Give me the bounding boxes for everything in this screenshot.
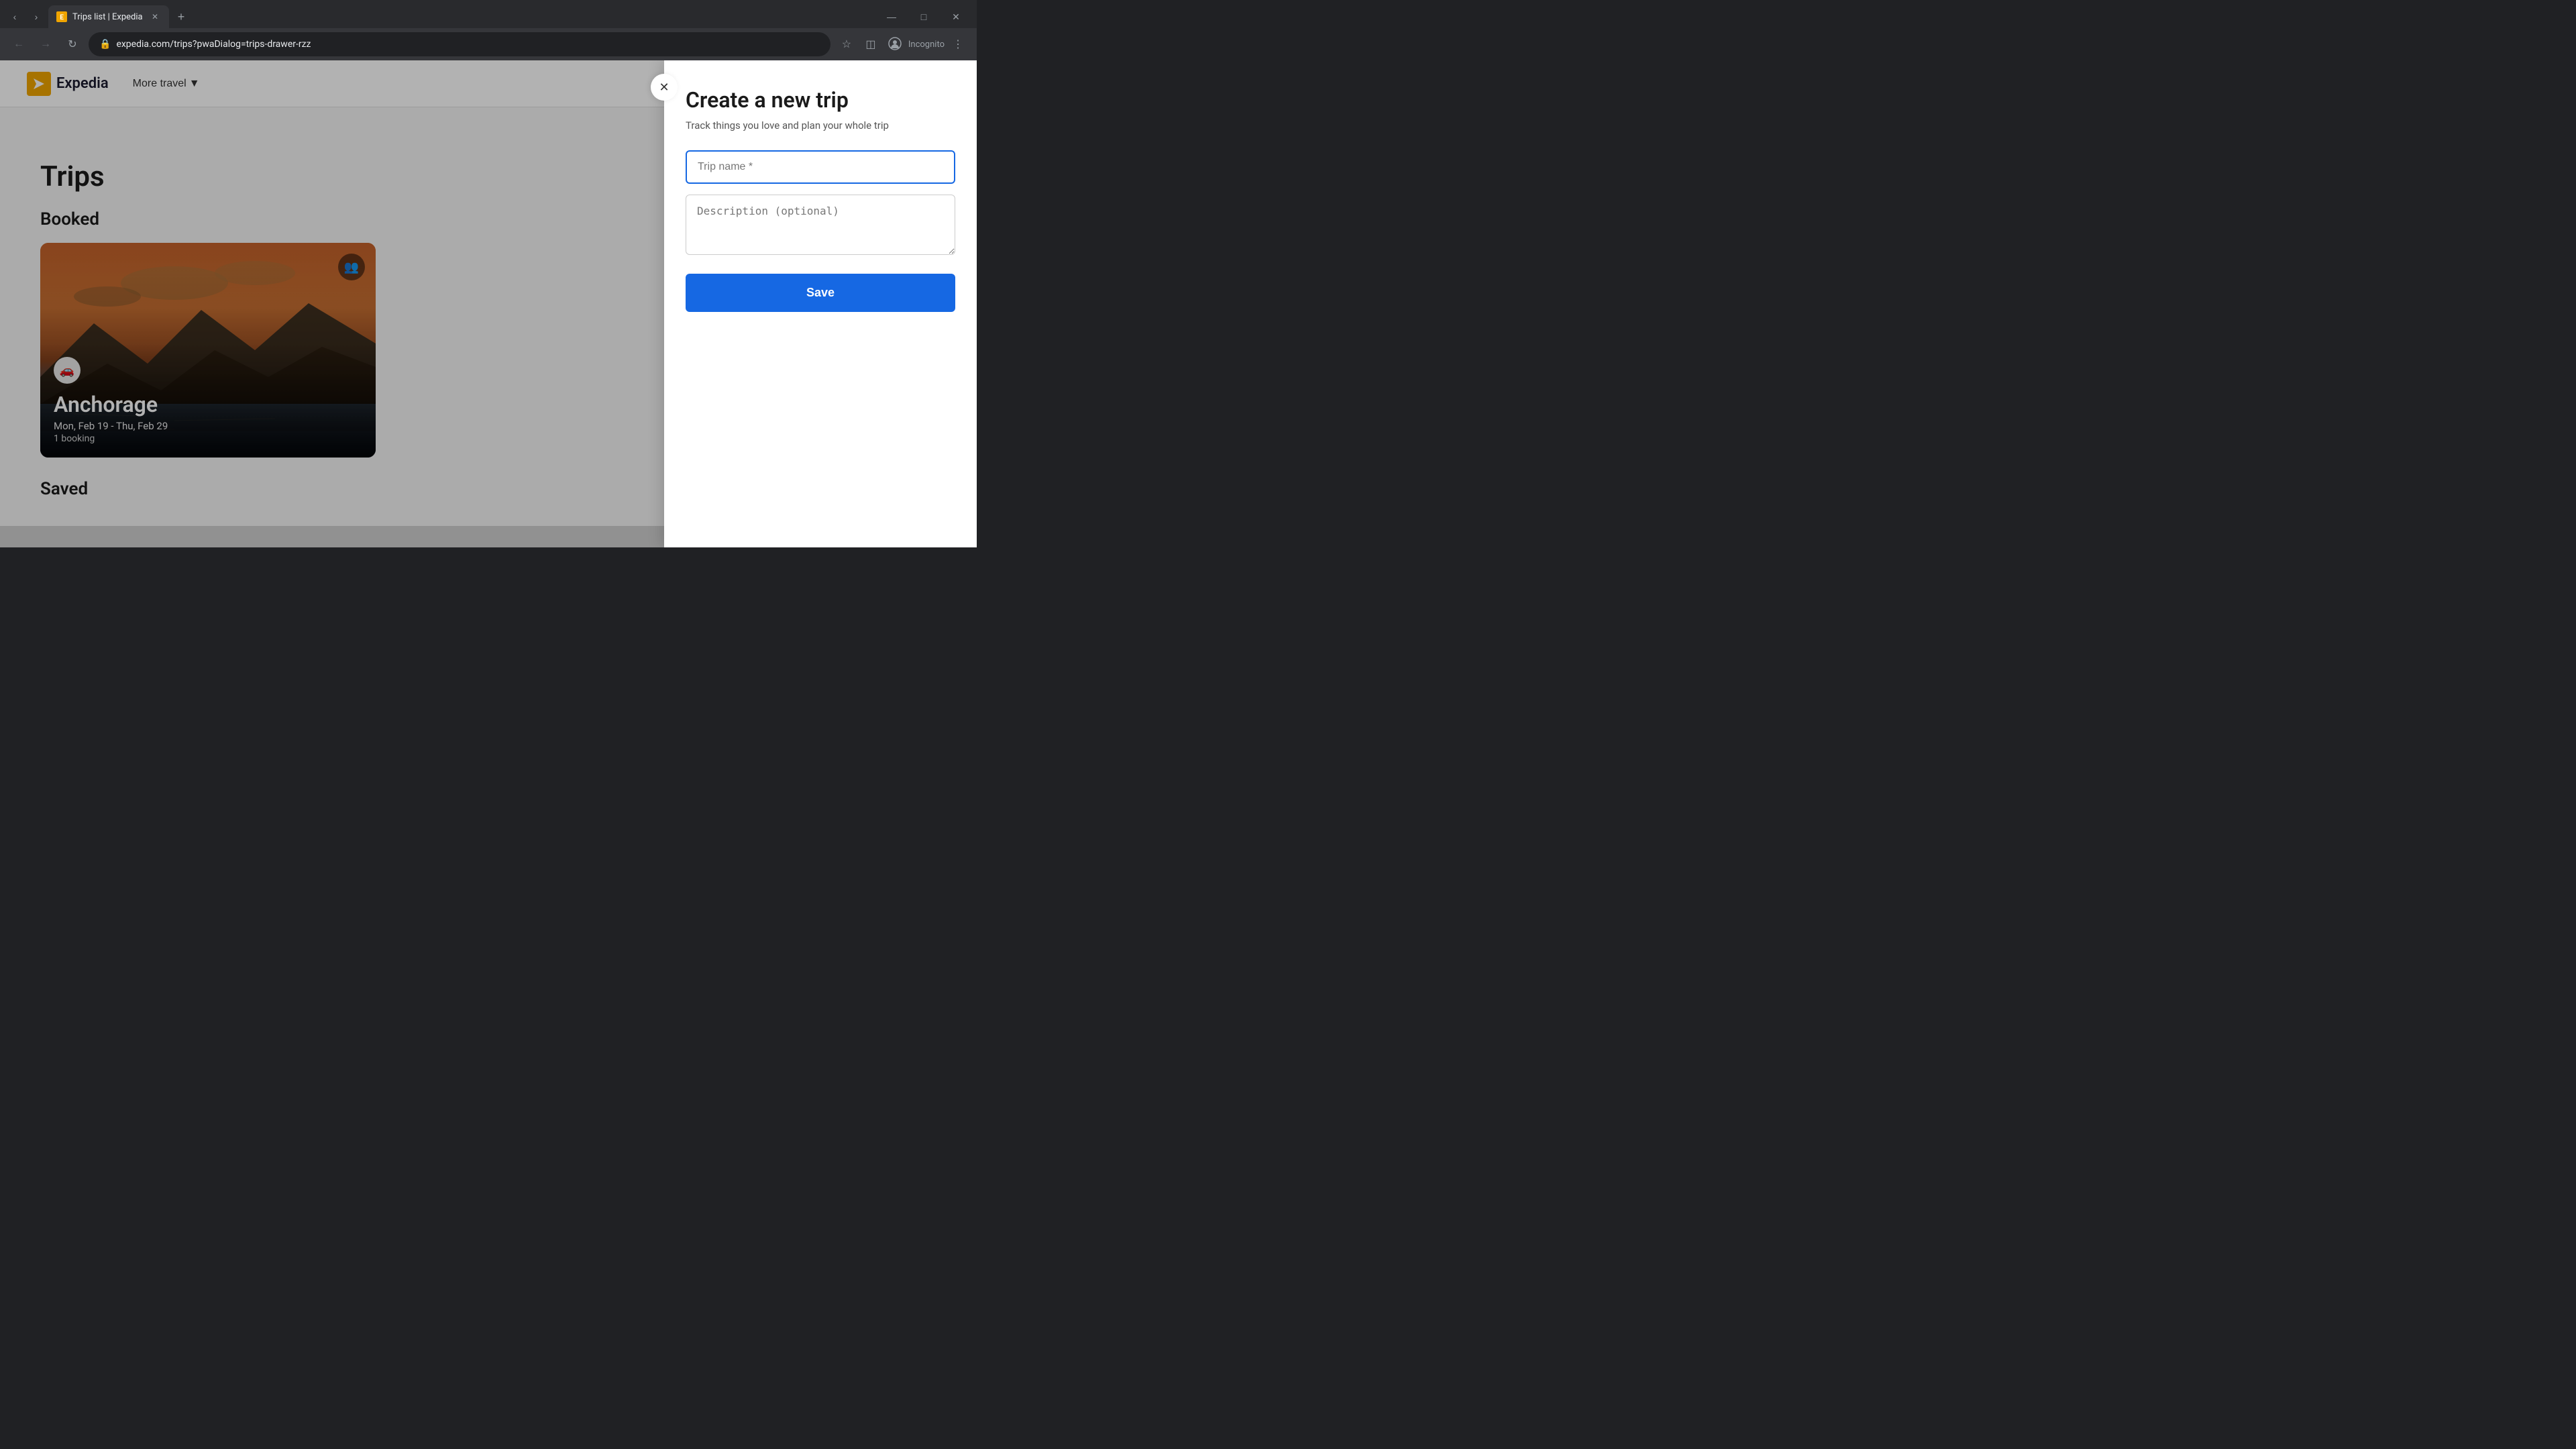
forward-icon: → — [40, 38, 51, 50]
trip-name-input[interactable] — [686, 150, 955, 184]
browser-chrome: ‹ › E Trips list | Expedia ✕ + — □ ✕ ← → — [0, 0, 977, 60]
toolbar-icons: ☆ ◫ Incognito ⋮ — [836, 34, 969, 55]
description-field-group — [686, 195, 955, 258]
tab-favicon: E — [56, 11, 67, 22]
description-input[interactable] — [686, 195, 955, 255]
trip-name-field-group — [686, 150, 955, 184]
back-button[interactable]: ← — [8, 34, 30, 55]
modal-close-button[interactable]: ✕ — [651, 74, 678, 101]
save-label: Save — [806, 286, 835, 299]
more-button[interactable]: ⋮ — [947, 34, 969, 55]
window-controls: — □ ✕ — [876, 5, 971, 28]
forward-button[interactable]: → — [35, 34, 56, 55]
tab-bar: ‹ › E Trips list | Expedia ✕ + — □ ✕ — [0, 0, 977, 28]
tab-close-button[interactable]: ✕ — [149, 11, 161, 23]
svg-text:E: E — [60, 14, 64, 21]
bookmark-button[interactable]: ☆ — [836, 34, 857, 55]
tab-title: Trips list | Expedia — [72, 12, 144, 22]
maximize-button[interactable]: □ — [908, 5, 939, 28]
modal-subtitle: Track things you love and plan your whol… — [686, 119, 955, 131]
split-view-button[interactable]: ◫ — [860, 34, 881, 55]
address-bar: ← → ↻ 🔒 expedia.com/trips?pwaDialog=trip… — [0, 28, 977, 60]
url-bar[interactable]: 🔒 expedia.com/trips?pwaDialog=trips-draw… — [89, 32, 830, 56]
new-tab-button[interactable]: + — [172, 7, 191, 26]
tab-next-button[interactable]: › — [27, 7, 46, 26]
url-text: expedia.com/trips?pwaDialog=trips-drawer… — [116, 39, 819, 50]
secure-icon: 🔒 — [99, 39, 111, 50]
save-button[interactable]: Save — [686, 274, 955, 312]
modal-title: Create a new trip — [686, 87, 955, 113]
split-icon: ◫ — [865, 38, 875, 51]
refresh-button[interactable]: ↻ — [62, 34, 83, 55]
page-content: Expedia More travel ▼ ⬇ Get the app 🌐 En… — [0, 60, 977, 547]
refresh-icon: ↻ — [68, 38, 76, 51]
incognito-label: Incognito — [908, 40, 945, 50]
close-icon: ✕ — [659, 80, 669, 95]
profile-icon — [888, 37, 902, 52]
close-window-button[interactable]: ✕ — [941, 5, 971, 28]
star-icon: ☆ — [842, 38, 851, 51]
more-icon: ⋮ — [953, 38, 963, 51]
tab-prev-button[interactable]: ‹ — [5, 7, 24, 26]
back-icon: ← — [13, 38, 24, 50]
active-tab[interactable]: E Trips list | Expedia ✕ — [48, 5, 169, 28]
minimize-button[interactable]: — — [876, 5, 907, 28]
profile-button[interactable] — [884, 34, 906, 55]
create-trip-modal: ✕ Create a new trip Track things you lov… — [664, 60, 977, 547]
